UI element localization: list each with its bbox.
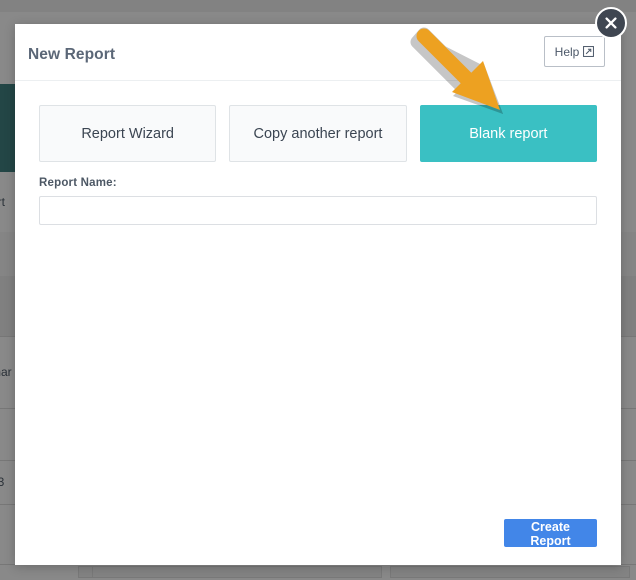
option-label: Blank report (469, 125, 548, 142)
new-report-modal: New Report Help Report Wizard Copy anoth… (15, 24, 621, 565)
option-report-wizard[interactable]: Report Wizard (39, 105, 217, 162)
help-button-label: Help (554, 44, 580, 59)
option-label: Report Wizard (81, 125, 174, 142)
page-title: New Report (28, 46, 116, 63)
help-button[interactable]: Help (544, 36, 605, 67)
create-report-button[interactable]: Create Report (504, 519, 597, 548)
report-name-label: Report Name: (39, 177, 117, 189)
option-blank-report[interactable]: Blank report (419, 105, 597, 162)
screenshot-root: ort mar 23 New Report Help (0, 0, 636, 580)
option-copy-another-report[interactable]: Copy another report (229, 105, 407, 162)
report-type-options: Report Wizard Copy another report Blank … (39, 105, 597, 162)
report-name-input[interactable] (39, 196, 597, 225)
option-label: Copy another report (253, 125, 383, 142)
external-link-icon (583, 46, 595, 57)
modal-header: New Report Help (15, 24, 621, 81)
close-icon[interactable] (595, 7, 627, 39)
